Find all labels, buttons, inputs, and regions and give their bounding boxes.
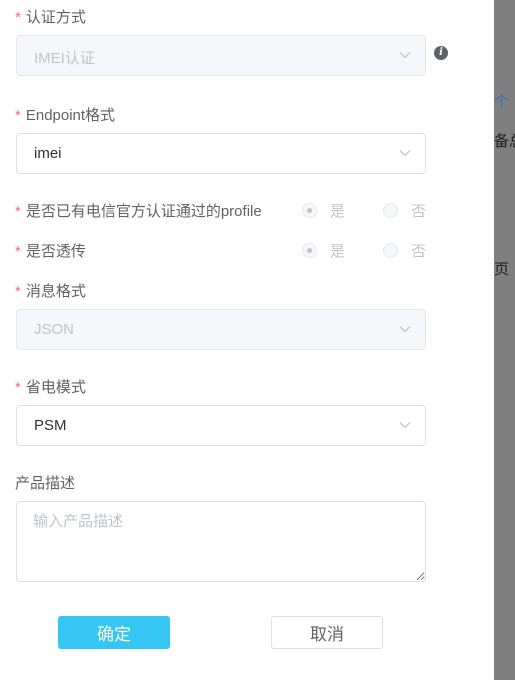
auth-method-select: IMEI认证 xyxy=(16,35,426,76)
background-overlay[interactable]: 个 备总 页 xyxy=(494,0,515,680)
background-text-fragment: 个 xyxy=(494,93,510,110)
endpoint-format-value: imei xyxy=(34,145,62,162)
message-format-value: JSON xyxy=(34,321,75,338)
radio-label-no: 否 xyxy=(411,203,427,220)
radio-checked-icon xyxy=(302,203,317,218)
endpoint-format-label-text: Endpoint格式 xyxy=(25,107,116,124)
description-textarea[interactable] xyxy=(16,501,426,582)
power-mode-select[interactable]: PSM xyxy=(16,405,426,446)
endpoint-format-select[interactable]: imei xyxy=(16,133,426,174)
passthrough-label-text: 是否透传 xyxy=(25,243,86,260)
required-mark: * xyxy=(15,9,21,26)
radio-label-yes: 是 xyxy=(330,203,346,220)
radio-label-yes: 是 xyxy=(330,243,346,260)
radio-unchecked-icon xyxy=(383,203,398,218)
required-mark: * xyxy=(15,243,21,260)
radio-unchecked-icon xyxy=(383,243,398,258)
passthrough-radio-no[interactable]: 否 xyxy=(383,240,426,261)
required-mark: * xyxy=(15,283,21,300)
description-label: 产品描述 xyxy=(15,475,76,492)
auth-method-label: * 认证方式 xyxy=(15,6,86,27)
radio-label-no: 否 xyxy=(411,243,427,260)
message-format-select: JSON xyxy=(16,309,426,350)
power-mode-label: * 省电模式 xyxy=(15,376,86,397)
has-profile-label-text: 是否已有电信官方认证通过的profile xyxy=(25,203,262,220)
endpoint-format-label: * Endpoint格式 xyxy=(15,104,115,125)
radio-checked-icon xyxy=(302,243,317,258)
background-text-fragment: 备总 xyxy=(494,133,515,150)
auth-method-label-text: 认证方式 xyxy=(25,9,86,26)
chevron-down-icon xyxy=(399,422,411,429)
power-mode-value: PSM xyxy=(34,417,67,434)
background-text-fragment: 页 xyxy=(494,261,510,278)
passthrough-radio-yes[interactable]: 是 xyxy=(302,240,345,261)
message-format-label-text: 消息格式 xyxy=(25,283,86,300)
required-mark: * xyxy=(15,203,21,220)
chevron-down-icon xyxy=(399,326,411,333)
chevron-down-icon xyxy=(399,150,411,157)
has-profile-radio-no[interactable]: 否 xyxy=(383,200,426,221)
passthrough-label: * 是否透传 xyxy=(15,240,86,261)
message-format-label: * 消息格式 xyxy=(15,280,86,301)
required-mark: * xyxy=(15,379,21,396)
product-form-drawer: * 认证方式 IMEI认证 i * Endpoint格式 imei * 是否已有电信官… xyxy=(0,0,494,680)
has-profile-radio-yes[interactable]: 是 xyxy=(302,200,345,221)
confirm-button[interactable]: 确定 xyxy=(58,616,170,649)
has-profile-label: * 是否已有电信官方认证通过的profile xyxy=(15,200,262,221)
chevron-down-icon xyxy=(399,52,411,59)
info-circle-icon[interactable]: i xyxy=(434,46,448,60)
required-mark: * xyxy=(15,107,21,124)
auth-method-value: IMEI认证 xyxy=(34,50,95,67)
cancel-button[interactable]: 取消 xyxy=(271,616,383,649)
power-mode-label-text: 省电模式 xyxy=(25,379,86,396)
